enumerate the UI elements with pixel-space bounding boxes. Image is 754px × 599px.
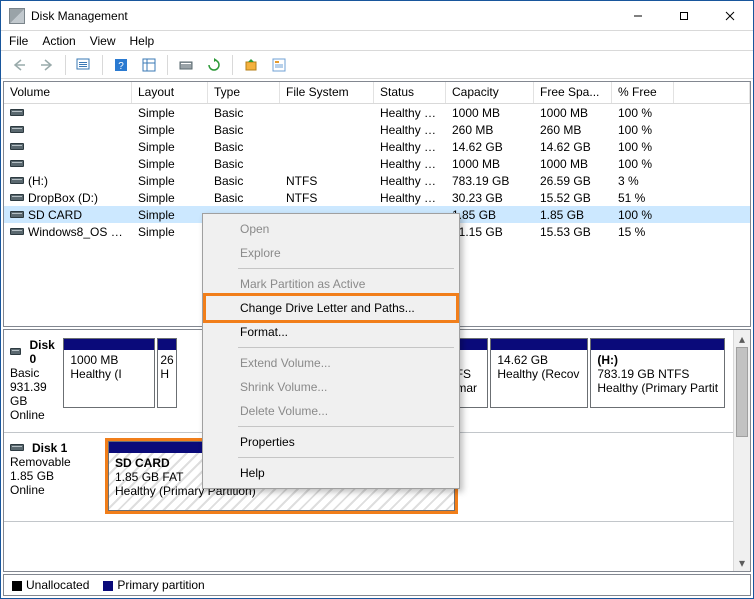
disk-name: Disk 0 xyxy=(29,338,57,366)
vertical-scrollbar[interactable]: ▴ ▾ xyxy=(733,330,750,571)
minimize-button[interactable] xyxy=(615,1,661,31)
back-button[interactable] xyxy=(7,54,31,76)
col-percent-free[interactable]: % Free xyxy=(612,82,674,103)
volume-icon xyxy=(10,228,24,235)
menu-file[interactable]: File xyxy=(9,34,28,48)
swatch-black-icon xyxy=(12,581,22,591)
disk-type: Basic xyxy=(10,366,57,380)
menu-help[interactable]: Help xyxy=(130,34,155,48)
volume-icon xyxy=(10,143,24,150)
ctx-explore: Explore xyxy=(206,241,456,265)
col-volume[interactable]: Volume xyxy=(4,82,132,103)
menu-view[interactable]: View xyxy=(90,34,116,48)
window-title: Disk Management xyxy=(31,9,128,23)
partition[interactable]: 1000 MBHealthy (I xyxy=(63,338,155,408)
swatch-blue-icon xyxy=(103,581,113,591)
table-row[interactable]: SimpleBasicHealthy (R...1000 MB1000 MB10… xyxy=(4,104,750,121)
attach-vhd-button[interactable] xyxy=(239,54,263,76)
refresh-button[interactable] xyxy=(174,54,198,76)
volume-icon xyxy=(10,126,24,133)
table-row[interactable]: SimpleBasicHealthy (P...1000 MB1000 MB10… xyxy=(4,155,750,172)
app-icon xyxy=(9,8,25,24)
col-capacity[interactable]: Capacity xyxy=(446,82,534,103)
help-button[interactable]: ? xyxy=(109,54,133,76)
context-menu: Open Explore Mark Partition as Active Ch… xyxy=(202,213,460,489)
col-filesystem[interactable]: File System xyxy=(280,82,374,103)
scroll-down-icon[interactable]: ▾ xyxy=(734,554,750,571)
maximize-button[interactable] xyxy=(661,1,707,31)
ctx-open: Open xyxy=(206,217,456,241)
ctx-properties[interactable]: Properties xyxy=(206,430,456,454)
disk-size: 1.85 GB xyxy=(10,469,102,483)
table-row[interactable]: DropBox (D:)SimpleBasicNTFSHealthy (P...… xyxy=(4,189,750,206)
rescan-button[interactable] xyxy=(202,54,226,76)
close-button[interactable] xyxy=(707,1,753,31)
toolbar: ? xyxy=(1,51,753,79)
ctx-format[interactable]: Format... xyxy=(206,320,456,344)
col-free-space[interactable]: Free Spa... xyxy=(534,82,612,103)
disk-icon xyxy=(10,444,24,451)
volume-icon xyxy=(10,177,24,184)
disk-name: Disk 1 xyxy=(32,441,67,455)
volume-icon xyxy=(10,211,24,218)
ctx-extend-volume: Extend Volume... xyxy=(206,351,456,375)
disk-size: 931.39 GB xyxy=(10,380,57,408)
scroll-thumb[interactable] xyxy=(736,347,748,437)
col-status[interactable]: Status xyxy=(374,82,446,103)
legend-unallocated: Unallocated xyxy=(12,578,89,592)
col-type[interactable]: Type xyxy=(208,82,280,103)
volume-icon xyxy=(10,160,24,167)
partition[interactable]: 14.62 GBHealthy (Recov xyxy=(490,338,588,408)
table-row[interactable]: (H:)SimpleBasicNTFSHealthy (P...783.19 G… xyxy=(4,172,750,189)
ctx-help[interactable]: Help xyxy=(206,461,456,485)
ctx-mark-active: Mark Partition as Active xyxy=(206,272,456,296)
menu-action[interactable]: Action xyxy=(42,34,75,48)
disk-info-1: Disk 1 Removable 1.85 GB Online xyxy=(10,441,102,511)
ctx-change-drive-letter[interactable]: Change Drive Letter and Paths... xyxy=(206,296,456,320)
ctx-shrink-volume: Shrink Volume... xyxy=(206,375,456,399)
disk-type: Removable xyxy=(10,455,102,469)
legend: Unallocated Primary partition xyxy=(3,574,751,596)
view-dropdown-button[interactable] xyxy=(72,54,96,76)
partition[interactable]: (H:)783.19 GB NTFSHealthy (Primary Parti… xyxy=(590,338,725,408)
disk-status: Online xyxy=(10,483,102,497)
disk-management-window: Disk Management File Action View Help ? … xyxy=(0,0,754,599)
disk-icon xyxy=(10,348,21,355)
col-layout[interactable]: Layout xyxy=(132,82,208,103)
svg-text:?: ? xyxy=(118,61,124,72)
partition[interactable]: 26H xyxy=(157,338,177,408)
properties-button[interactable] xyxy=(267,54,291,76)
volume-icon xyxy=(10,194,24,201)
menubar: File Action View Help xyxy=(1,31,753,51)
disk-status: Online xyxy=(10,408,57,422)
volume-icon xyxy=(10,109,24,116)
legend-primary: Primary partition xyxy=(103,578,204,592)
ctx-delete-volume: Delete Volume... xyxy=(206,399,456,423)
table-row[interactable]: SimpleBasicHealthy (E...260 MB260 MB100 … xyxy=(4,121,750,138)
titlebar: Disk Management xyxy=(1,1,753,31)
scroll-up-icon[interactable]: ▴ xyxy=(734,330,750,347)
forward-button[interactable] xyxy=(35,54,59,76)
disk-info-0: Disk 0 Basic 931.39 GB Online xyxy=(10,338,57,422)
table-row[interactable]: SimpleBasicHealthy (R...14.62 GB14.62 GB… xyxy=(4,138,750,155)
details-button[interactable] xyxy=(137,54,161,76)
volume-columns-header: Volume Layout Type File System Status Ca… xyxy=(4,82,750,104)
col-spacer xyxy=(674,82,750,103)
